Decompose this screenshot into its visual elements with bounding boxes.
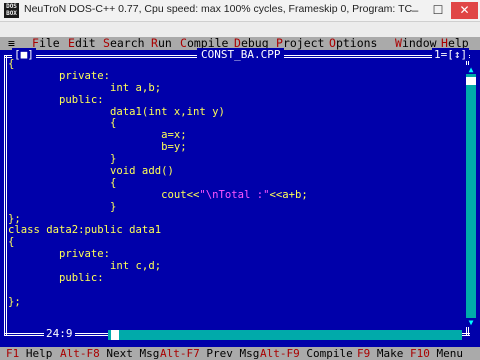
status-label: Prev Msg xyxy=(206,347,260,360)
menu-edit-label: dit xyxy=(74,36,96,50)
code-text: } xyxy=(8,153,117,166)
horizontal-scroll-thumb[interactable] xyxy=(111,330,119,340)
scroll-up-arrow-icon[interactable]: ▲ xyxy=(466,65,476,74)
status-menu[interactable]: F10 Menu xyxy=(410,347,463,360)
string-literal: "\nTotal :" xyxy=(199,188,270,201)
vertical-scroll-thumb[interactable] xyxy=(466,77,476,85)
code-text: class data2:public data1 xyxy=(8,224,162,237)
status-key: Alt-F8 xyxy=(60,347,100,360)
code-text: public: xyxy=(8,93,104,106)
menu-options-label: ptions xyxy=(335,36,378,50)
cursor-position: 24:9 xyxy=(44,327,75,340)
status-label: Compile xyxy=(306,347,353,360)
minimize-button[interactable]: – xyxy=(404,2,426,19)
menu-project-label: roject xyxy=(282,36,325,50)
code-line[interactable]: public: xyxy=(8,272,464,285)
dosbox-app-icon[interactable]: DOS BOX xyxy=(4,3,19,18)
code-text: } xyxy=(8,200,117,213)
menu-search-label: earch xyxy=(109,36,145,50)
status-key: Alt-F7 xyxy=(160,347,200,360)
menu-run[interactable]: Run xyxy=(151,37,172,50)
status-help[interactable]: F1 Help xyxy=(6,347,52,360)
menu-options[interactable]: Options xyxy=(329,37,377,50)
dos-screen: ≡ File Edit Search Run Compile Debug Pro… xyxy=(0,37,480,360)
code-text: { xyxy=(8,59,15,70)
code-text: void add() xyxy=(8,165,174,178)
maximize-button[interactable]: ☐ xyxy=(428,2,448,19)
window-title: NeuTroN DOS-C++ 0.77, Cpu speed: max 100… xyxy=(24,3,413,15)
menu-options-hotkey: O xyxy=(329,36,336,50)
code-area[interactable]: { private: int a,b; public: data1(int x,… xyxy=(8,59,464,331)
code-text: { xyxy=(8,117,117,130)
menu-edit[interactable]: Edit xyxy=(68,37,96,50)
status-prev-msg[interactable]: Alt-F7 Prev Msg xyxy=(160,347,259,360)
vertical-scrollbar[interactable]: ▲ ▼ xyxy=(466,65,476,327)
code-text: }; xyxy=(8,212,21,225)
menu-search-hotkey: S xyxy=(103,36,110,50)
code-text: }; xyxy=(8,295,21,308)
status-label: Menu xyxy=(436,347,464,360)
code-text: { xyxy=(8,176,117,189)
close-window-button[interactable]: ✕ xyxy=(451,2,478,19)
status-compile[interactable]: Alt-F9 Compile xyxy=(260,347,353,360)
dosbox-window: DOS BOX NeuTroN DOS-C++ 0.77, Cpu speed:… xyxy=(0,0,480,360)
code-text: private: xyxy=(8,69,111,82)
status-make[interactable]: F9 Make xyxy=(357,347,403,360)
menu-run-hotkey: R xyxy=(151,36,158,50)
code-text: int c,d; xyxy=(8,260,162,273)
status-label: Next Msg xyxy=(106,347,160,360)
status-key: F10 xyxy=(410,347,430,360)
scroll-down-arrow-icon[interactable]: ▼ xyxy=(466,318,476,327)
status-key: F9 xyxy=(357,347,371,360)
code-text: a=x; xyxy=(8,129,187,142)
menu-compile-hotkey: C xyxy=(180,36,187,50)
code-text: { xyxy=(8,236,15,249)
editor-frame-left xyxy=(4,56,7,336)
status-label: Make xyxy=(376,347,404,360)
code-text: data1(int x,int y) xyxy=(8,105,225,118)
status-key: Alt-F9 xyxy=(260,347,300,360)
menu-window-hotkey: W xyxy=(395,36,402,50)
horizontal-scrollbar[interactable] xyxy=(108,330,462,340)
code-line[interactable]: } xyxy=(8,200,464,214)
menu-edit-hotkey: E xyxy=(68,36,75,50)
window-title-bar[interactable]: DOS BOX NeuTroN DOS-C++ 0.77, Cpu speed:… xyxy=(0,0,480,22)
code-text: int a,b; xyxy=(8,81,162,94)
status-key: F1 xyxy=(6,347,20,360)
menu-search[interactable]: Search xyxy=(103,37,145,50)
code-text: cout<< xyxy=(8,188,200,201)
code-line[interactable] xyxy=(8,285,464,297)
menu-file-label: ile xyxy=(38,36,60,50)
code-text: public: xyxy=(8,272,104,285)
menu-run-label: un xyxy=(157,36,172,50)
code-line[interactable]: }; xyxy=(8,295,464,309)
menu-window[interactable]: Window xyxy=(395,37,437,50)
status-label: Help xyxy=(25,347,53,360)
menu-file[interactable]: File xyxy=(32,37,60,50)
code-text: b=y; xyxy=(8,141,187,154)
code-line[interactable]: class data2:public data1 xyxy=(8,225,464,237)
code-text: private: xyxy=(8,248,111,261)
status-next-msg[interactable]: Alt-F8 Next Msg xyxy=(60,347,159,360)
code-text: <<a+b; xyxy=(269,188,308,201)
editor-window[interactable]: [■] CONST_BA.CPP 1=[↕] { private: int a,… xyxy=(0,48,480,347)
status-bar: F1 Help Alt-F8 Next Msg Alt-F7 Prev Msg … xyxy=(0,347,480,360)
